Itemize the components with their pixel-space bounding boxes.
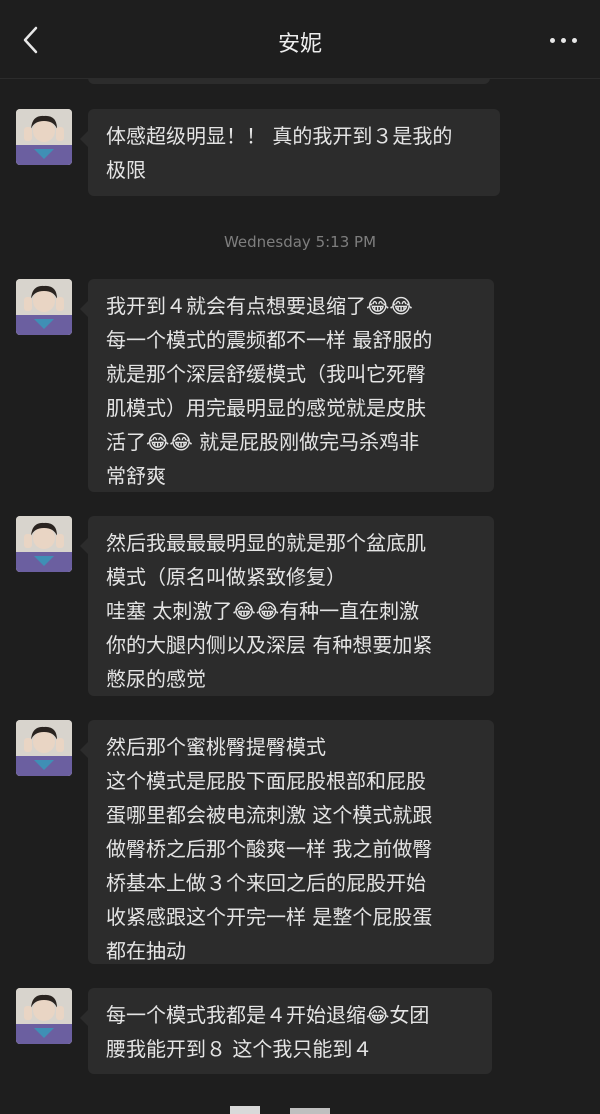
avatar[interactable] [16,720,72,776]
message-bubble: 每一个模式我都是４开始退缩😂女团 腰我能开到８ 这个我只能到４ [80,988,492,1074]
avatar-image [16,279,72,335]
message-bubble: 我开到４就会有点想要退缩了😂😂 每一个模式的震频都不一样 最舒服的 就是那个深层… [80,279,494,492]
message-bubble: 体感超级明显！！ 真的我开到３是我的 极限 [80,109,500,196]
next-message-hint [230,1106,330,1114]
avatar-image [16,516,72,572]
message-bubble: 然后我最最最明显的就是那个盆底肌 模式（原名叫做紧致修复） 哇塞 太刺激了😂😂有… [80,516,494,696]
message-bubble: 然后那个蜜桃臀提臀模式 这个模式是屁股下面屁股根部和屁股 蛋哪里都会被电流刺激 … [80,720,494,964]
avatar[interactable] [16,109,72,165]
avatar-image [16,109,72,165]
avatar-image [16,720,72,776]
avatar[interactable] [16,988,72,1044]
chat-title: 安妮 [277,32,322,57]
avatar[interactable] [16,279,72,335]
chat-header: 安妮 [0,0,600,79]
more-dots-icon[interactable] [550,38,578,44]
avatar[interactable] [16,516,72,572]
avatar-image [16,988,72,1044]
timestamp: Wednesday 5:13 PM [223,233,377,251]
